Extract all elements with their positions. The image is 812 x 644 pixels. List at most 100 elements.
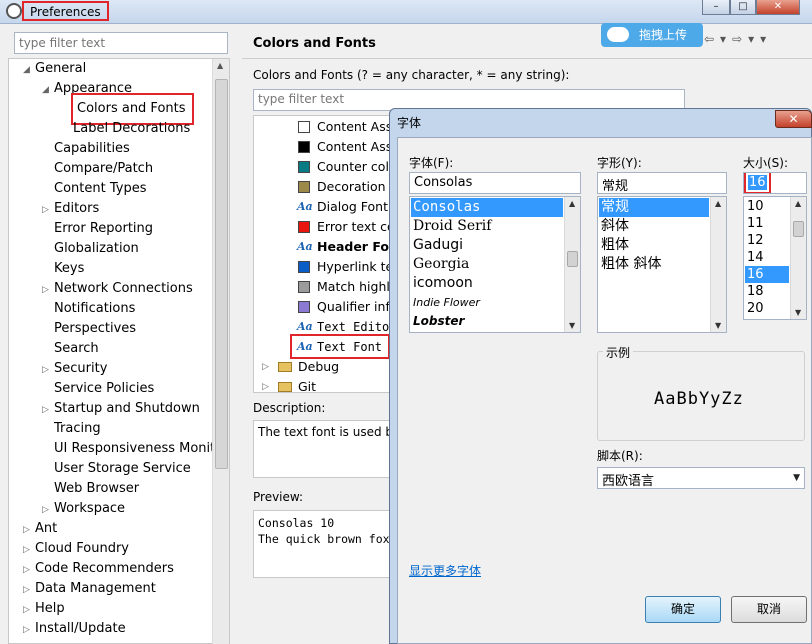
font-option[interactable]: Georgia: [411, 255, 563, 274]
tree-item[interactable]: ▷ Network Connections: [42, 279, 193, 299]
show-more-fonts-link[interactable]: 显示更多字体: [409, 562, 481, 579]
tree-item[interactable]: Service Policies: [42, 379, 154, 399]
scroll-up-icon[interactable]: ▲: [715, 199, 721, 208]
tree-item[interactable]: User Storage Service: [42, 459, 191, 479]
expand-arrow-icon[interactable]: ◢: [23, 60, 35, 80]
color-font-item[interactable]: Content Assi: [254, 117, 392, 137]
font-list[interactable]: Lobster Indie Flower icomoon Georgia Gadugi D…: [409, 196, 581, 333]
ok-button[interactable]: 确定: [645, 596, 721, 623]
expand-arrow-icon[interactable]: ▷: [23, 560, 35, 580]
font-size-field[interactable]: 16: [743, 172, 807, 194]
size-list-scrollbar[interactable]: ▲ ▼: [790, 197, 806, 319]
expand-arrow-icon[interactable]: ▷: [23, 520, 35, 540]
expand-arrow-icon[interactable]: ◢: [42, 80, 54, 100]
tree-item[interactable]: ▷ Editors: [42, 199, 99, 219]
tree-item[interactable]: Error Reporting: [42, 219, 153, 239]
category-folder[interactable]: ▷ Debug: [254, 357, 392, 377]
tree-item[interactable]: Web Browser: [42, 479, 139, 499]
font-list-scrollbar[interactable]: ▲ ▼: [564, 197, 580, 332]
color-font-item[interactable]: Counter colo: [254, 157, 392, 177]
tree-item[interactable]: ▷ Startup and Shutdown: [42, 399, 200, 419]
tree-item[interactable]: Label Decorations: [61, 119, 190, 139]
tree-item[interactable]: ▷ Data Management: [23, 579, 156, 599]
upload-button[interactable]: 拖拽上传: [601, 23, 703, 47]
size-option[interactable]: 10: [745, 198, 789, 215]
scroll-up-icon[interactable]: ▲: [569, 199, 575, 208]
tree-item[interactable]: ▷ Install/Update: [23, 619, 126, 639]
close-button[interactable]: ✕: [756, 0, 800, 15]
expand-arrow-icon[interactable]: ▷: [42, 400, 54, 420]
tree-item[interactable]: ▷ Ant: [23, 519, 57, 539]
expand-arrow-icon[interactable]: ▷: [23, 580, 35, 600]
expand-arrow-icon[interactable]: ▷: [42, 280, 54, 300]
style-list[interactable]: 粗体 斜体 粗体 斜体 常规 ▲ ▼: [597, 196, 727, 333]
tree-item[interactable]: Compare/Patch: [42, 159, 153, 179]
font-style-field[interactable]: 常规: [597, 172, 727, 194]
dialog-close-button[interactable]: ✕: [775, 110, 812, 128]
font-option[interactable]: Indie Flower: [411, 293, 563, 312]
tree-item[interactable]: ◢ General: [23, 59, 86, 79]
tree-scrollbar[interactable]: ▲: [212, 59, 229, 644]
tree-item[interactable]: Capabilities: [42, 139, 130, 159]
scroll-down-icon[interactable]: ▼: [795, 308, 801, 317]
font-option[interactable]: icomoon: [411, 274, 563, 293]
tree-item[interactable]: Search: [42, 339, 99, 359]
size-option[interactable]: 14: [745, 249, 789, 266]
expand-arrow-icon[interactable]: ▷: [42, 500, 54, 520]
tree-item[interactable]: Keys: [42, 259, 84, 279]
color-font-item[interactable]: Qualifier info: [254, 297, 392, 317]
color-font-item[interactable]: Error text co: [254, 217, 392, 237]
tree-item[interactable]: ▷ Help: [23, 599, 65, 619]
scrollbar-thumb[interactable]: [215, 79, 228, 469]
tree-item[interactable]: Tracing: [42, 419, 101, 439]
style-option[interactable]: 常规: [599, 198, 709, 217]
size-list[interactable]: 20 18 16 14 12 11 10 ▲ ▼: [743, 196, 807, 320]
expand-arrow-icon[interactable]: ▷: [23, 620, 35, 640]
tree-item[interactable]: Content Types: [42, 179, 146, 199]
tree-item[interactable]: Perspectives: [42, 319, 136, 339]
tree-item[interactable]: ▷ Code Recommenders: [23, 559, 174, 579]
size-option[interactable]: 12: [745, 232, 789, 249]
font-option[interactable]: Lobster: [411, 312, 563, 331]
expand-arrow-icon[interactable]: ▷: [42, 200, 54, 220]
scroll-down-icon[interactable]: ▼: [569, 321, 575, 330]
tree-item[interactable]: ▷ Workspace: [42, 499, 125, 519]
expand-arrow-icon[interactable]: ▷: [42, 360, 54, 380]
maximize-button[interactable]: □: [730, 0, 756, 15]
category-folder[interactable]: ▷ Git: [254, 377, 392, 392]
font-name-field[interactable]: Consolas: [409, 172, 581, 194]
tree-item[interactable]: ▷ Cloud Foundry: [23, 539, 129, 559]
nav-arrows[interactable]: ⇦▾⇨▾▾: [704, 32, 772, 46]
scrollbar-thumb[interactable]: [567, 251, 578, 267]
minimize-button[interactable]: –: [702, 0, 730, 15]
tree-item[interactable]: Notifications: [42, 299, 135, 319]
expand-arrow-icon[interactable]: ▷: [23, 600, 35, 620]
color-font-item[interactable]: Hyperlink tex: [254, 257, 392, 277]
style-option[interactable]: 粗体: [599, 236, 709, 255]
size-option[interactable]: 11: [745, 215, 789, 232]
tree-item[interactable]: Globalization: [42, 239, 139, 259]
tree-item[interactable]: UI Responsiveness Monito: [42, 439, 223, 459]
color-font-item[interactable]: Decoration c: [254, 177, 392, 197]
font-option[interactable]: Gadugi: [411, 236, 563, 255]
expand-arrow-icon[interactable]: ▷: [262, 357, 269, 377]
scroll-up-icon[interactable]: ▲: [795, 199, 801, 208]
size-option[interactable]: 20: [745, 300, 789, 317]
scroll-up-icon[interactable]: ▲: [217, 61, 223, 70]
color-font-item[interactable]: Content Assi: [254, 137, 392, 157]
size-option[interactable]: 18: [745, 283, 789, 300]
style-list-scrollbar[interactable]: ▲ ▼: [710, 197, 726, 332]
style-option[interactable]: 斜体: [599, 217, 709, 236]
color-font-item[interactable]: Aa Header Font: [254, 237, 392, 257]
tree-item[interactable]: ▷ Security: [42, 359, 107, 379]
color-font-item[interactable]: Match highli: [254, 277, 392, 297]
font-option[interactable]: Consolas: [411, 198, 563, 217]
tree-filter-input[interactable]: [14, 32, 228, 54]
scrollbar-thumb[interactable]: [793, 221, 804, 237]
color-font-item[interactable]: Aa Text Font: [254, 334, 392, 359]
expand-arrow-icon[interactable]: ▷: [23, 540, 35, 560]
style-option[interactable]: 粗体 斜体: [599, 255, 709, 274]
cancel-button[interactable]: 取消: [731, 596, 807, 623]
font-option[interactable]: Droid Serif: [411, 217, 563, 236]
scroll-down-icon[interactable]: ▼: [715, 321, 721, 330]
